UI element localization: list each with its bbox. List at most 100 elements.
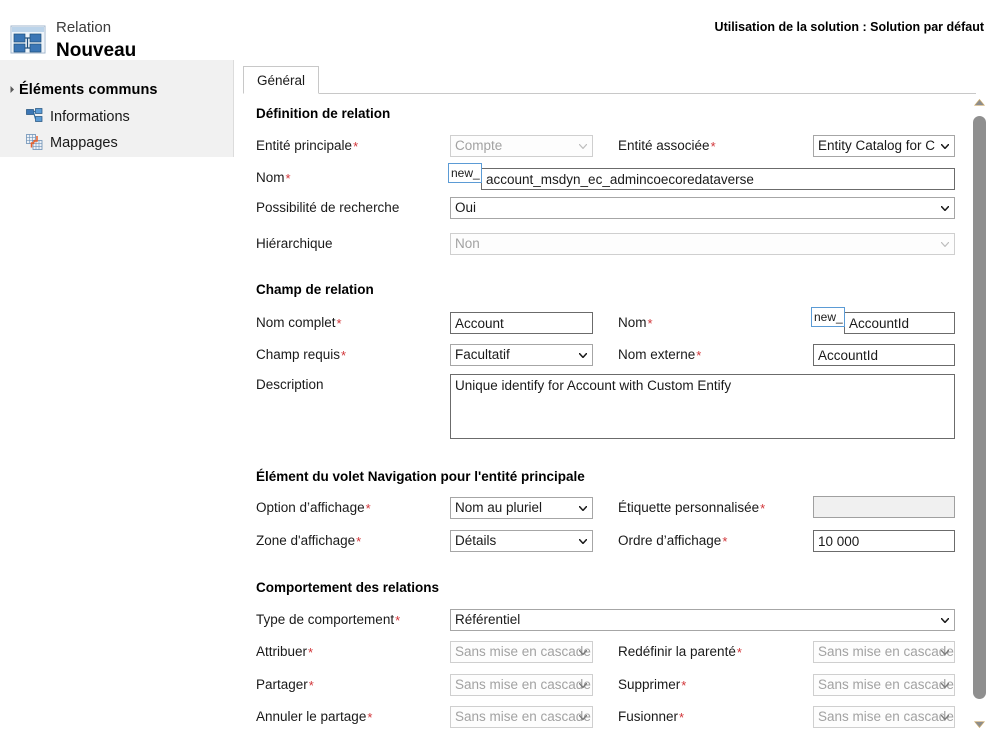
- chevron-down-icon: [579, 539, 587, 544]
- label-attribuer: Attribuer*: [256, 644, 314, 660]
- label-description: Description: [256, 377, 324, 392]
- label-nom-complet: Nom complet*: [256, 315, 342, 331]
- required-marker: *: [681, 678, 687, 693]
- input-ordre-affichage[interactable]: [813, 530, 955, 552]
- chevron-down-icon: [579, 715, 587, 720]
- label-option-affichage: Option d’affichage*: [256, 500, 371, 516]
- label-etiquette-personnalisee: Étiquette personnalisée*: [618, 500, 766, 516]
- input-nom-champ[interactable]: [844, 312, 955, 334]
- required-marker: *: [679, 710, 685, 725]
- section-title-champ-relation: Champ de relation: [256, 282, 374, 297]
- prefix-box-nom-champ[interactable]: new_: [811, 307, 845, 327]
- select-entite-associee[interactable]: Entity Catalog for C: [813, 135, 955, 157]
- header-entity-kind: Relation: [56, 19, 112, 36]
- required-marker: *: [365, 501, 371, 516]
- solution-usage-label: Utilisation de la solution : Solution pa…: [714, 20, 984, 34]
- scroll-down-button[interactable]: [971, 716, 988, 733]
- chevron-down-icon: [941, 683, 949, 688]
- select-option-affichage[interactable]: Nom au pluriel: [450, 497, 593, 519]
- required-marker: *: [760, 501, 766, 516]
- label-entite-principale: Entité principale*: [256, 138, 359, 154]
- required-marker: *: [722, 534, 728, 549]
- select-attribuer[interactable]: Sans mise en cascade: [450, 641, 593, 663]
- select-entite-principale[interactable]: Compte: [450, 135, 593, 157]
- required-marker: *: [736, 645, 742, 660]
- label-entite-associee: Entité associée*: [618, 138, 716, 154]
- chevron-down-icon: [941, 242, 949, 247]
- label-ordre-affichage: Ordre d’affichage*: [618, 533, 728, 549]
- chevron-down-icon: [579, 650, 587, 655]
- select-champ-requis[interactable]: Facultatif: [450, 344, 593, 366]
- chevron-down-icon: [941, 206, 949, 211]
- input-nom-externe[interactable]: [813, 344, 955, 366]
- chevron-down-icon: [579, 353, 587, 358]
- tab-general[interactable]: Général: [243, 66, 320, 94]
- select-hierarchique[interactable]: Non: [450, 233, 955, 255]
- select-redefinir-parente[interactable]: Sans mise en cascade: [813, 641, 955, 663]
- mappings-icon: [26, 133, 43, 153]
- label-fusionner: Fusionner*: [618, 709, 685, 725]
- required-marker: *: [696, 348, 702, 363]
- select-fusionner[interactable]: Sans mise en cascade: [813, 706, 955, 728]
- required-marker: *: [710, 139, 716, 154]
- section-title-definition-relation: Définition de relation: [256, 106, 391, 121]
- chevron-down-icon: [579, 683, 587, 688]
- required-marker: *: [647, 316, 653, 331]
- sidebar-item-informations[interactable]: Informations: [26, 106, 130, 128]
- required-marker: *: [285, 171, 291, 186]
- information-relationship-icon: [26, 107, 43, 127]
- label-supprimer: Supprimer*: [618, 677, 687, 693]
- triangle-up-icon: [974, 99, 985, 106]
- relationship-icon: [10, 24, 46, 55]
- label-redefinir-parente: Redéfinir la parenté*: [618, 644, 742, 660]
- triangle-down-icon: [974, 721, 985, 728]
- textarea-description[interactable]: [450, 374, 955, 439]
- form-scroll-region: Définition de relation Entité principale…: [243, 94, 976, 733]
- required-marker: *: [353, 139, 359, 154]
- select-annuler-partage[interactable]: Sans mise en cascade: [450, 706, 593, 728]
- sidebar: Éléments communs Informations Mappages: [0, 60, 234, 157]
- chevron-down-icon: [941, 144, 949, 149]
- input-nom-relation[interactable]: [481, 168, 955, 190]
- chevron-down-icon: [941, 618, 949, 623]
- sidebar-item-label: Informations: [50, 109, 130, 125]
- input-etiquette-personnalisee[interactable]: [813, 496, 955, 518]
- scroll-up-button[interactable]: [971, 94, 988, 111]
- label-nom-externe: Nom externe*: [618, 347, 702, 363]
- label-possibilite-recherche: Possibilité de recherche: [256, 200, 400, 215]
- required-marker: *: [336, 316, 342, 331]
- select-supprimer[interactable]: Sans mise en cascade: [813, 674, 955, 696]
- chevron-down-icon: [579, 506, 587, 511]
- label-nom-champ: Nom*: [618, 315, 653, 331]
- required-marker: *: [308, 645, 314, 660]
- sidebar-group-common-elements[interactable]: Éléments communs: [6, 82, 158, 98]
- required-marker: *: [341, 348, 347, 363]
- label-annuler-partage: Annuler le partage*: [256, 709, 373, 725]
- label-partager: Partager*: [256, 677, 314, 693]
- header-titles: Relation Nouveau: [56, 18, 136, 63]
- chevron-down-icon: [941, 715, 949, 720]
- select-type-comportement[interactable]: Référentiel: [450, 609, 955, 631]
- label-zone-affichage: Zone d'affichage*: [256, 533, 362, 549]
- select-zone-affichage[interactable]: Détails: [450, 530, 593, 552]
- required-marker: *: [356, 534, 362, 549]
- input-nom-complet[interactable]: [450, 312, 593, 334]
- prefix-box-nom-relation[interactable]: new_: [448, 163, 482, 183]
- label-type-comportement: Type de comportement*: [256, 612, 401, 628]
- page-header: Relation Nouveau Utilisation de la solut…: [0, 0, 988, 63]
- required-marker: *: [395, 613, 401, 628]
- select-possibilite-recherche[interactable]: Oui: [450, 197, 955, 219]
- chevron-down-icon: [579, 144, 587, 149]
- required-marker: *: [308, 678, 314, 693]
- scrollbar-thumb[interactable]: [973, 116, 986, 699]
- tab-strip: Général: [243, 66, 988, 94]
- label-hierarchique: Hiérarchique: [256, 236, 333, 251]
- label-champ-requis: Champ requis*: [256, 347, 347, 363]
- section-title-comportement-relations: Comportement des relations: [256, 580, 440, 595]
- select-partager[interactable]: Sans mise en cascade: [450, 674, 593, 696]
- label-nom-relation: Nom*: [256, 170, 291, 186]
- vertical-scrollbar[interactable]: [971, 94, 988, 733]
- sidebar-item-mappages[interactable]: Mappages: [26, 132, 118, 154]
- sidebar-group-label: Éléments communs: [19, 82, 158, 98]
- chevron-collapse-icon[interactable]: [6, 85, 15, 93]
